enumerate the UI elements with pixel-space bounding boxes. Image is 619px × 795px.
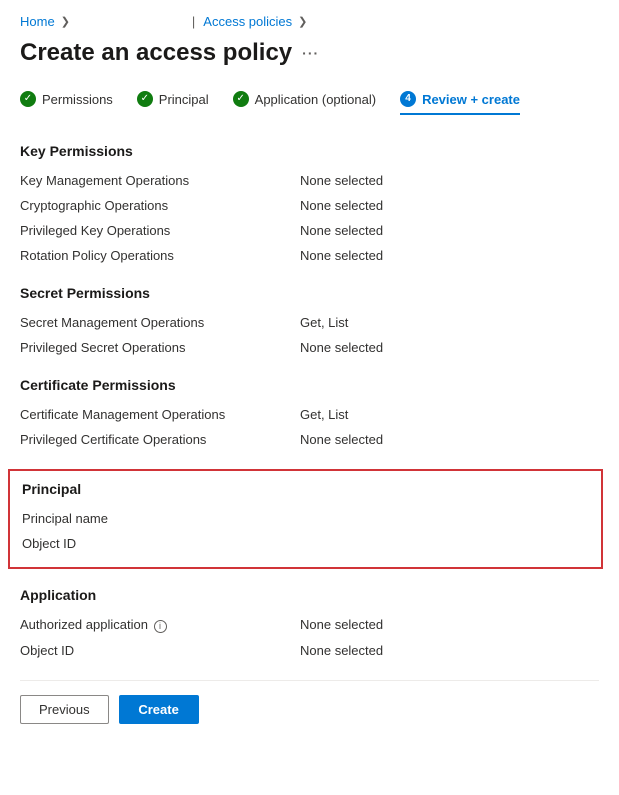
section-header: Secret Permissions: [20, 285, 599, 301]
kv-value: None selected: [300, 223, 599, 238]
breadcrumb-access-policies[interactable]: Access policies: [203, 14, 292, 29]
kv-value: None selected: [300, 198, 599, 213]
tab-review-create[interactable]: 4 Review + create: [400, 91, 520, 115]
kv-label: Rotation Policy Operations: [20, 248, 300, 263]
kv-value: Get, List: [300, 407, 599, 422]
tab-application[interactable]: ✓ Application (optional): [233, 91, 376, 115]
section-header: Key Permissions: [20, 143, 599, 159]
section-key-permissions: Key Permissions Key Management Operation…: [20, 143, 599, 263]
kv-label: Principal name: [22, 511, 302, 526]
kv-row: Object ID None selected: [20, 643, 599, 658]
kv-row: Privileged Key Operations None selected: [20, 223, 599, 238]
kv-value: Get, List: [300, 315, 599, 330]
kv-label: Authorized application i: [20, 617, 300, 633]
section-secret-permissions: Secret Permissions Secret Management Ope…: [20, 285, 599, 355]
kv-label: Certificate Management Operations: [20, 407, 300, 422]
kv-row: Cryptographic Operations None selected: [20, 198, 599, 213]
info-icon[interactable]: i: [154, 620, 167, 633]
kv-row: Secret Management Operations Get, List: [20, 315, 599, 330]
kv-row: Privileged Certificate Operations None s…: [20, 432, 599, 447]
check-circle-icon: ✓: [137, 91, 153, 107]
footer-bar: Previous Create: [20, 680, 599, 738]
kv-value: None selected: [300, 617, 599, 633]
tab-label: Application (optional): [255, 92, 376, 107]
page-title-row: Create an access policy ···: [20, 39, 599, 67]
kv-row: Privileged Secret Operations None select…: [20, 340, 599, 355]
page-title: Create an access policy: [20, 39, 292, 67]
previous-button[interactable]: Previous: [20, 695, 109, 724]
breadcrumb-home[interactable]: Home: [20, 14, 55, 29]
kv-label: Key Management Operations: [20, 173, 300, 188]
kv-value: [302, 536, 589, 551]
kv-label: Privileged Key Operations: [20, 223, 300, 238]
kv-value: [302, 511, 589, 526]
tab-principal[interactable]: ✓ Principal: [137, 91, 209, 115]
section-header: Principal: [22, 481, 589, 497]
kv-row: Principal name: [22, 511, 589, 526]
kv-label: Cryptographic Operations: [20, 198, 300, 213]
kv-value: None selected: [300, 340, 599, 355]
kv-value: None selected: [300, 173, 599, 188]
kv-row: Key Management Operations None selected: [20, 173, 599, 188]
kv-value: None selected: [300, 248, 599, 263]
kv-row: Rotation Policy Operations None selected: [20, 248, 599, 263]
section-header: Application: [20, 587, 599, 603]
kv-value: None selected: [300, 432, 599, 447]
tab-label: Principal: [159, 92, 209, 107]
wizard-tabs: ✓ Permissions ✓ Principal ✓ Application …: [20, 91, 599, 115]
tab-label: Review + create: [422, 92, 520, 107]
kv-row: Object ID: [22, 536, 589, 551]
tab-label: Permissions: [42, 92, 113, 107]
kv-label: Privileged Secret Operations: [20, 340, 300, 355]
section-certificate-permissions: Certificate Permissions Certificate Mana…: [20, 377, 599, 447]
kv-label-text: Authorized application: [20, 617, 148, 632]
section-principal-highlighted: Principal Principal name Object ID: [8, 469, 603, 569]
kv-label: Secret Management Operations: [20, 315, 300, 330]
kv-row: Certificate Management Operations Get, L…: [20, 407, 599, 422]
chevron-right-icon: ❯: [298, 15, 307, 28]
check-circle-icon: ✓: [233, 91, 249, 107]
section-application: Application Authorized application i Non…: [20, 587, 599, 658]
breadcrumb: Home ❯ | Access policies ❯: [20, 14, 599, 29]
more-actions-icon[interactable]: ···: [302, 45, 319, 61]
check-circle-icon: ✓: [20, 91, 36, 107]
tab-permissions[interactable]: ✓ Permissions: [20, 91, 113, 115]
chevron-right-icon: ❯: [61, 15, 70, 28]
kv-row: Authorized application i None selected: [20, 617, 599, 633]
kv-label: Object ID: [22, 536, 302, 551]
section-header: Certificate Permissions: [20, 377, 599, 393]
kv-label: Privileged Certificate Operations: [20, 432, 300, 447]
create-button[interactable]: Create: [119, 695, 199, 724]
kv-label: Object ID: [20, 643, 300, 658]
kv-value: None selected: [300, 643, 599, 658]
step-number-icon: 4: [400, 91, 416, 107]
breadcrumb-separator: |: [192, 14, 195, 29]
